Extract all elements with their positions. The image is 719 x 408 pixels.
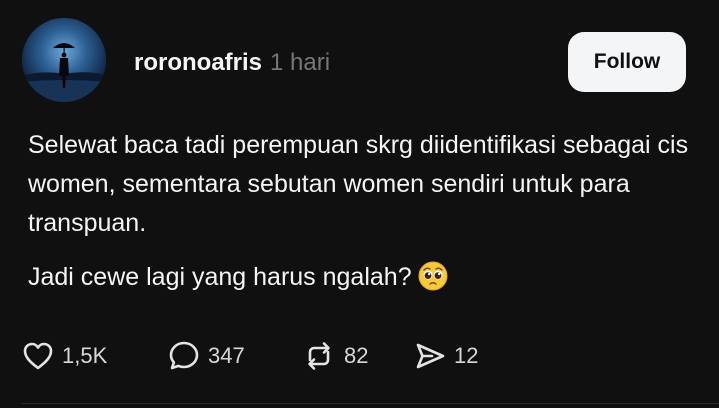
pleading-face-emoji <box>418 261 448 291</box>
follow-button[interactable]: Follow <box>568 32 686 92</box>
repost-button[interactable]: 82 <box>302 340 414 372</box>
reply-count: 347 <box>208 343 245 368</box>
post-text: Selewat baca tadi perempuan skrg diident… <box>28 126 698 297</box>
username[interactable]: roronoafris <box>134 49 262 77</box>
post-paragraph: Jadi cewe lagi yang harus ngalah? <box>28 258 698 297</box>
heart-icon <box>23 342 53 370</box>
comment-icon <box>169 341 199 370</box>
avatar[interactable] <box>22 18 106 102</box>
post-header: roronoafris 1 hari <box>134 49 330 79</box>
share-count: 12 <box>454 343 479 368</box>
post-card: roronoafris 1 hari Follow Selewat baca t… <box>0 0 719 408</box>
divider <box>22 403 719 404</box>
like-count: 1,5K <box>62 343 108 368</box>
repost-icon <box>308 342 330 370</box>
repost-count: 82 <box>344 343 369 368</box>
post-paragraph: Selewat baca tadi perempuan skrg diident… <box>28 131 689 237</box>
action-bar: 1,5K 347 82 12 <box>22 336 478 376</box>
avatar-image <box>22 18 106 102</box>
send-icon <box>416 343 445 369</box>
reply-button[interactable]: 347 <box>168 340 302 372</box>
post-paragraph-text: Jadi cewe lagi yang harus ngalah? <box>28 263 412 291</box>
like-button[interactable]: 1,5K <box>22 341 168 371</box>
timestamp[interactable]: 1 hari <box>270 49 330 77</box>
share-button[interactable]: 12 <box>414 341 478 371</box>
